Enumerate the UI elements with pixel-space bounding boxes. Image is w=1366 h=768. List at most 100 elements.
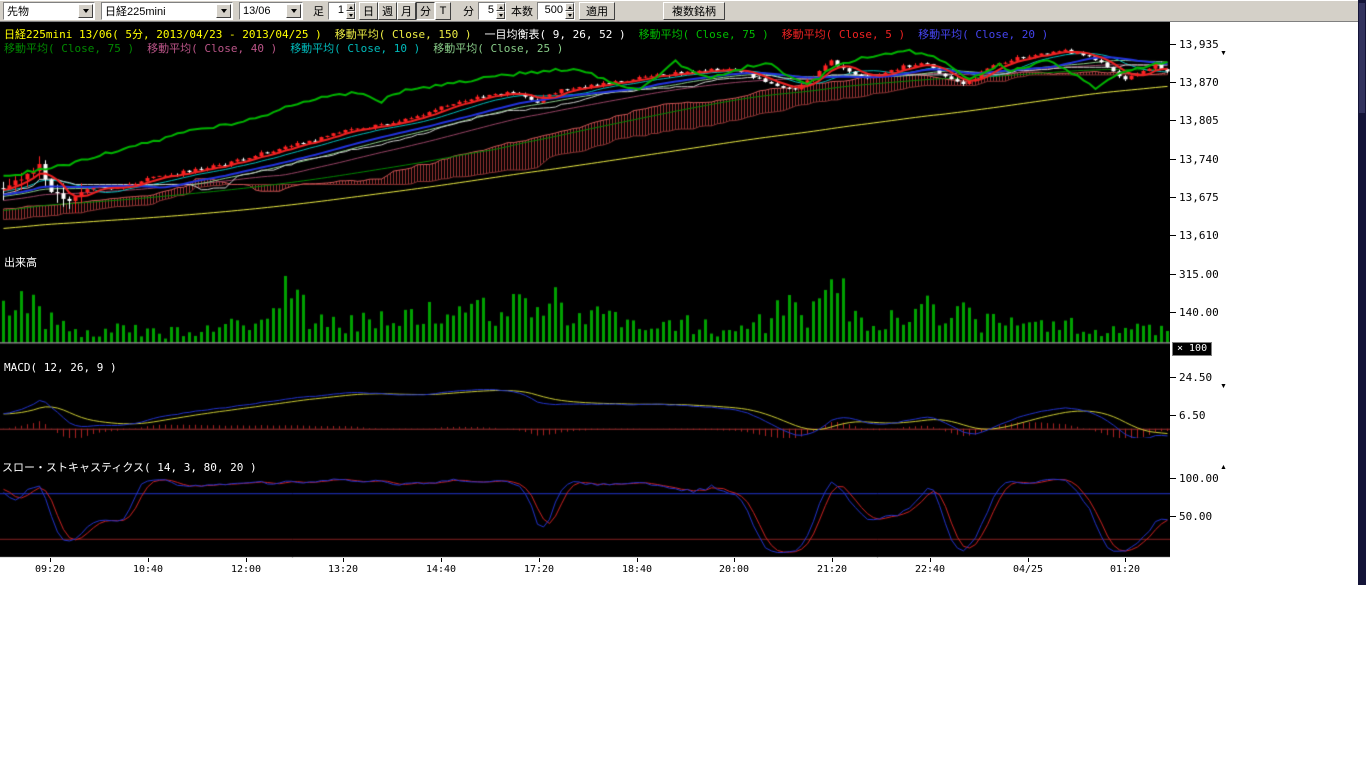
macd-scale-down-button[interactable]: ▼ [1220,383,1227,390]
volume-tick-mark [1170,312,1176,313]
price-tick-label: 13,935 [1179,38,1219,51]
bars-count-spinner[interactable]: 500 [537,2,575,20]
price-tick-mark [1170,197,1176,198]
time-tick-label: 17:20 [524,564,554,575]
price-tick-label: 13,805 [1179,114,1219,127]
period-day-button[interactable]: 日 [359,2,378,20]
symbol-selected: 日経225mini [102,3,215,19]
volume-tick-label: 315.00 [1179,268,1219,281]
time-tick-label: 22:40 [915,564,945,575]
instrument-type-dropdown[interactable]: 先物 [3,2,95,20]
legend-item: 移動平均( Close, 75 ) [4,40,134,56]
time-tick-mark [539,558,540,562]
legend-item: 移動平均( Close, 20 ) [918,26,1048,42]
stoch-tick-mark [1170,478,1176,479]
time-tick-mark [930,558,931,562]
price-tick-label: 13,610 [1179,229,1219,242]
stoch-scale-up-button[interactable]: ▲ [1220,464,1227,471]
instrument-type-selected: 先物 [4,3,77,19]
chart-canvas[interactable] [0,22,1170,558]
spin-up-icon[interactable] [565,3,574,11]
interval-spinner[interactable]: 1 [328,2,356,20]
chart-application-window: 先物 日経225mini 13/06 足 1 日 週 月 分 T 分 5 本数 … [0,0,1366,768]
macd-panel-label: MACD( 12, 26, 9 ) [4,361,117,374]
spin-down-icon[interactable] [496,11,505,19]
price-tick-mark [1170,159,1176,160]
spin-down-icon[interactable] [346,11,355,19]
price-tick-mark [1170,120,1176,121]
stoch-panel-label: スロー・ストキャスティクス( 14, 3, 80, 20 ) [2,459,257,475]
stoch-tick-label: 50.00 [1179,510,1212,523]
time-tick-label: 18:40 [622,564,652,575]
time-tick-label: 10:40 [133,564,163,575]
contract-month-selected: 13/06 [240,5,285,17]
chevron-down-icon[interactable] [78,4,93,18]
vertical-scrollbar[interactable] [1358,0,1366,585]
spin-up-icon[interactable] [496,3,505,11]
symbol-dropdown[interactable]: 日経225mini [101,2,233,20]
volume-tick-label: 140.00 [1179,306,1219,319]
minute-spinner[interactable]: 5 [478,2,506,20]
time-tick-label: 04/25 [1013,564,1043,575]
time-tick-label: 14:40 [426,564,456,575]
legend-item: 移動平均( Close, 75 ) [639,26,769,42]
spin-down-icon[interactable] [565,11,574,19]
minute-value: 5 [479,3,496,19]
scrollbar-thumb[interactable] [1359,3,1365,113]
time-axis: 09:20 10:40 12:00 13:20 14:40 17:20 18:40 20:00… [0,558,1170,585]
time-tick-mark [1028,558,1029,562]
volume-tick-mark [1170,274,1176,275]
interval-value: 1 [329,3,346,19]
time-tick-mark [441,558,442,562]
time-tick-mark [1125,558,1126,562]
time-tick-mark [734,558,735,562]
period-tick-button[interactable]: T [435,2,451,20]
period-week-button[interactable]: 週 [378,2,397,20]
bars-count-label: 本数 [511,3,533,19]
apply-button[interactable]: 適用 [579,2,615,20]
macd-tick-label: 24.50 [1179,371,1212,384]
price-tick-label: 13,675 [1179,191,1219,204]
time-tick-label: 09:20 [35,564,65,575]
legend-item: 移動平均( Close, 25 ) [433,40,563,56]
time-tick-mark [832,558,833,562]
time-tick-label: 13:20 [328,564,358,575]
price-tick-label: 13,740 [1179,153,1219,166]
spin-up-icon[interactable] [346,3,355,11]
price-scale-down-button[interactable]: ▼ [1220,50,1227,57]
stoch-tick-mark [1170,516,1176,517]
period-minute-button[interactable]: 分 [416,2,435,20]
macd-tick-mark [1170,377,1176,378]
time-tick-label: 01:20 [1110,564,1140,575]
chevron-down-icon[interactable] [216,4,231,18]
bars-count-value: 500 [538,3,565,19]
chart-legend-row-2: 移動平均( Close, 75 ) 移動平均( Close, 40 ) 移動平均( … [4,40,563,56]
chevron-down-icon[interactable] [286,4,301,18]
legend-item: 移動平均( Close, 5 ) [782,26,905,42]
chart-area[interactable]: 日経225mini 13/06( 5分, 2013/04/23 - 2013/0… [0,22,1170,558]
stoch-tick-label: 100.00 [1179,472,1219,485]
volume-multiplier-badge: × 100 [1172,342,1212,356]
time-tick-mark [637,558,638,562]
ashi-label: 足 [313,3,324,19]
time-tick-label: 20:00 [719,564,749,575]
time-tick-mark [246,558,247,562]
time-tick-mark [148,558,149,562]
contract-month-dropdown[interactable]: 13/06 [239,2,303,20]
macd-tick-label: 6.50 [1179,409,1206,422]
legend-item: 移動平均( Close, 40 ) [147,40,277,56]
period-month-button[interactable]: 月 [397,2,416,20]
value-axis-panel: × 100 13,935▼13,87013,80513,74013,67513,… [1170,22,1358,585]
time-tick-mark [343,558,344,562]
price-tick-mark [1170,44,1176,45]
time-tick-label: 12:00 [231,564,261,575]
price-tick-label: 13,870 [1179,76,1219,89]
time-tick-label: 21:20 [817,564,847,575]
volume-panel-label: 出来高 [4,254,37,270]
minute-label: 分 [463,3,474,19]
legend-item: 移動平均( Close, 10 ) [290,40,420,56]
time-tick-mark [50,558,51,562]
multi-symbol-button[interactable]: 複数銘柄 [663,2,725,20]
price-tick-mark [1170,235,1176,236]
toolbar: 先物 日経225mini 13/06 足 1 日 週 月 分 T 分 5 本数 … [0,0,1358,22]
